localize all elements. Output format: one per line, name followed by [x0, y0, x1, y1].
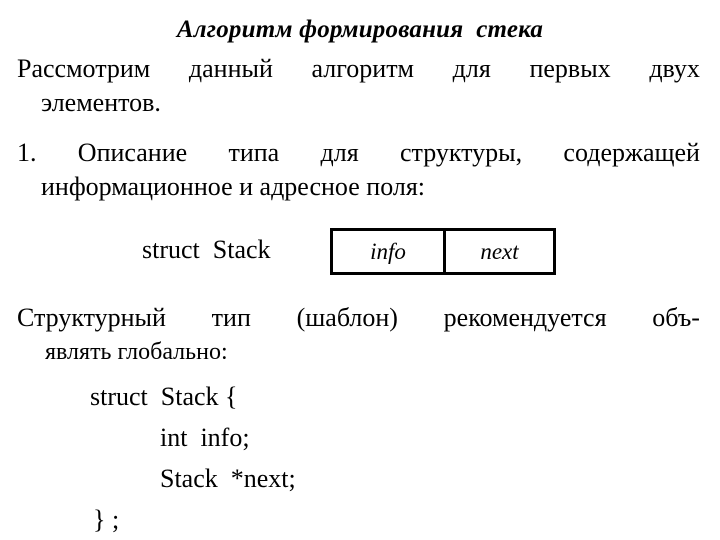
struct-field-table: info next [330, 228, 556, 275]
struct-declaration-label: struct Stack [142, 235, 271, 264]
page-title: Алгоритм формирования стека [176, 16, 544, 43]
code-line-struct-close: } ; [93, 505, 120, 534]
global-word: (шаблон) [296, 303, 398, 332]
intro-line-2: элементов. [41, 88, 161, 117]
global-word: Структурный [17, 303, 166, 332]
intro-paragraph: Рассмотрим данный алгоритм для первых дв… [17, 52, 700, 120]
item1-word: для [320, 138, 359, 167]
global-word: рекомендуется [443, 303, 607, 332]
global-line-1: Структурный тип (шаблон) рекомендуется о… [17, 301, 700, 335]
intro-word: двух [649, 54, 700, 83]
intro-line-1: Рассмотрим данный алгоритм для первых дв… [17, 52, 700, 86]
intro-word: алгоритм [311, 54, 415, 83]
struct-field-next: next [443, 231, 553, 272]
global-word: тип [211, 303, 251, 332]
global-declaration-paragraph: Структурный тип (шаблон) рекомендуется о… [17, 301, 700, 369]
list-item-1: 1. Описание типа для структуры, содержащ… [17, 136, 700, 204]
intro-word: Рассмотрим [17, 54, 151, 83]
code-block: struct Stack { int info; Stack *next; } … [0, 376, 720, 540]
code-line-int-info: int info; [160, 423, 250, 452]
struct-diagram: struct Stack info next [0, 228, 720, 278]
item1-line-1: 1. Описание типа для структуры, содержащ… [17, 136, 700, 170]
code-line-struct-open: struct Stack { [90, 382, 238, 411]
struct-field-info: info [370, 238, 406, 264]
item1-word: содержащей [563, 138, 700, 167]
global-word: объ- [652, 303, 700, 332]
slide-canvas: Алгоритм формирования стека Рассмотрим д… [0, 0, 720, 540]
item1-word: Описание [77, 138, 188, 167]
intro-word: для [452, 54, 491, 83]
global-line-2: являть глобально: [45, 339, 228, 365]
item1-number: 1. [17, 138, 37, 167]
item1-word: структуры, [399, 138, 523, 167]
item1-word: типа [228, 138, 280, 167]
item1-line-2: информационное и адресное поля: [41, 172, 426, 201]
code-line-stack-next: Stack *next; [160, 464, 296, 493]
intro-word: данный [188, 54, 273, 83]
intro-word: первых [529, 54, 611, 83]
